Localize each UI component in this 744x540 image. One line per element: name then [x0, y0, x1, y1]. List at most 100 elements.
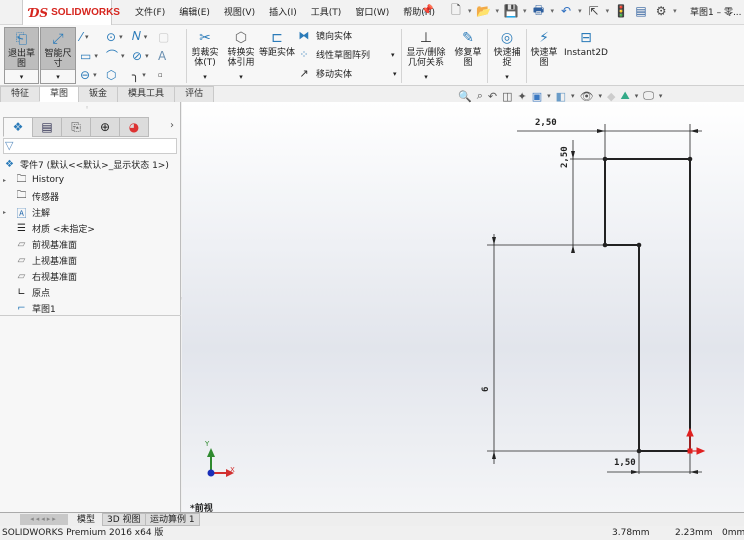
- linear-pattern-dropdown[interactable]: ▾: [391, 51, 395, 59]
- tree-item-sketch1[interactable]: ⌐ 草图1: [3, 300, 55, 316]
- rectangle-button[interactable]: ▭ ▾: [80, 46, 106, 65]
- polygon-button[interactable]: ⬡: [106, 65, 132, 84]
- convert-entities-button[interactable]: ⬡ 转换实体引用 ▾: [224, 27, 258, 84]
- dynamic-annotation-icon[interactable]: ✦: [518, 90, 527, 103]
- new-dropdown[interactable]: ▾: [468, 7, 472, 15]
- tree-item-top-plane[interactable]: ▱ 上视基准面: [3, 252, 77, 268]
- point-button[interactable]: ▫: [158, 65, 184, 84]
- file-properties-icon[interactable]: ▤: [633, 3, 649, 19]
- expand-icon[interactable]: ▸: [3, 177, 11, 184]
- tree-item-right-plane[interactable]: ▱ 右视基准面: [3, 268, 77, 284]
- circle-button[interactable]: ⊙ ▾: [106, 27, 132, 46]
- tree-root-part[interactable]: ❖ 零件7 (默认<<默认>_显示状态 1>): [3, 156, 169, 172]
- move-entities-button[interactable]: ↗ 移动实体 ▾: [297, 67, 397, 80]
- exit-sketch-button[interactable]: ⎗ 退出草图 ▾: [4, 27, 39, 84]
- menu-tools[interactable]: 工具(T): [304, 5, 349, 18]
- previous-view-icon[interactable]: ↶: [488, 90, 497, 103]
- options-icon[interactable]: ⚙: [653, 3, 669, 19]
- menu-insert[interactable]: 插入(I): [262, 5, 304, 18]
- exit-sketch-dropdown[interactable]: ▾: [5, 69, 38, 83]
- instant2d-button[interactable]: ⊟ Instant2D: [564, 27, 608, 84]
- save-dropdown[interactable]: ▾: [523, 7, 527, 15]
- fillet-button[interactable]: ╮ ▾: [132, 65, 158, 84]
- tree-item-annotations[interactable]: ▸ 🄰 注解: [3, 204, 50, 220]
- tab-model[interactable]: 模型: [72, 513, 101, 526]
- offset-entities-button[interactable]: ⊏ 等距实体: [259, 27, 295, 84]
- select-dropdown[interactable]: ▾: [606, 7, 610, 15]
- arc-button[interactable]: ⌒ ▾: [106, 46, 132, 65]
- new-icon[interactable]: 🗋: [448, 3, 464, 19]
- configuration-manager-tab[interactable]: ⎘: [61, 117, 91, 137]
- menu-edit[interactable]: 编辑(E): [172, 5, 217, 18]
- sketch-point[interactable]: [687, 156, 693, 162]
- trim-button[interactable]: ✂ 剪裁实体(T) ▾: [188, 27, 222, 84]
- print-icon[interactable]: 🖶: [531, 3, 547, 19]
- tree-item-history[interactable]: ▸ 🗀 History: [3, 172, 64, 188]
- sketch-point[interactable]: [602, 156, 608, 162]
- dimension-top-width[interactable]: 2,50: [535, 118, 557, 128]
- dimension-bottom-width[interactable]: 1,50: [614, 458, 636, 468]
- open-dropdown[interactable]: ▾: [496, 7, 500, 15]
- relations-dropdown[interactable]: ▾: [403, 70, 449, 84]
- tab-motion-study-1[interactable]: 运动算例 1: [145, 513, 200, 526]
- quick-snaps-button[interactable]: ◎ 快速捕捉 ▾: [490, 27, 524, 84]
- menu-help[interactable]: 帮助(H): [396, 5, 442, 18]
- solidworks-logo[interactable]: ƊS SOLIDWORKS: [22, 0, 120, 26]
- pin-icon[interactable]: 📌: [421, 5, 433, 16]
- convert-dropdown[interactable]: ▾: [224, 70, 258, 84]
- menu-file[interactable]: 文件(F): [128, 5, 172, 18]
- options-dropdown[interactable]: ▾: [673, 7, 677, 15]
- mirror-entities-button[interactable]: ⧓ 镜向实体: [297, 29, 353, 42]
- apply-scene-icon[interactable]: ⛰: [621, 89, 630, 103]
- panel-grip-icon[interactable]: ◦: [85, 104, 89, 112]
- trim-dropdown[interactable]: ▾: [188, 70, 222, 84]
- tree-item-front-plane[interactable]: ▱ 前视基准面: [3, 236, 77, 252]
- tree-filter-input[interactable]: ▽: [3, 138, 177, 154]
- undo-dropdown[interactable]: ▾: [578, 7, 582, 15]
- tab-features[interactable]: 特征: [0, 86, 41, 102]
- sketch-point[interactable]: [602, 242, 608, 248]
- tab-sketch[interactable]: 草图: [39, 86, 80, 102]
- hide-show-items-icon[interactable]: 👁: [580, 90, 594, 103]
- display-manager-tab[interactable]: ◕: [119, 117, 149, 137]
- zoom-to-fit-icon[interactable]: 🔍: [458, 90, 472, 103]
- panel-tabs-scroll-icon[interactable]: ›: [170, 120, 174, 131]
- tab-scroll-arrows[interactable]: ◂◂◂▸▸: [20, 514, 68, 525]
- rebuild-icon[interactable]: 🚦: [613, 3, 629, 19]
- ellipse-button[interactable]: ⊘ ▾: [132, 46, 158, 65]
- dimension-top-height[interactable]: 2,50: [560, 146, 570, 168]
- line-button[interactable]: ⁄ ▾: [80, 27, 106, 46]
- menu-view[interactable]: 视图(V): [217, 5, 262, 18]
- sketch-point[interactable]: [636, 448, 642, 454]
- dimension-total-height[interactable]: 6: [481, 382, 491, 392]
- rapid-sketch-button[interactable]: ⚡ 快速草图: [528, 27, 560, 84]
- print-dropdown[interactable]: ▾: [551, 7, 555, 15]
- spline-button[interactable]: 𝑁 ▾: [132, 27, 158, 46]
- sketch-profile[interactable]: [604, 158, 691, 452]
- tab-3d-views[interactable]: 3D 视图: [102, 513, 146, 526]
- edit-appearance-icon[interactable]: ◆: [607, 90, 615, 103]
- undo-icon[interactable]: ↶: [558, 3, 574, 19]
- tab-sheet-metal[interactable]: 钣金: [78, 86, 119, 102]
- property-manager-tab[interactable]: ▤: [32, 117, 62, 137]
- tab-evaluate[interactable]: 评估: [174, 86, 215, 102]
- move-dropdown[interactable]: ▾: [393, 70, 397, 78]
- repair-sketch-button[interactable]: ✎ 修复草图: [452, 27, 484, 84]
- dimxpert-tab[interactable]: ⊕: [90, 117, 120, 137]
- tree-item-material[interactable]: ☰ 材质 <未指定>: [3, 220, 95, 236]
- select-icon[interactable]: ⇱: [586, 3, 602, 19]
- tree-item-origin[interactable]: ∟ 原点: [3, 284, 50, 300]
- tab-mold-tools[interactable]: 模具工具: [117, 86, 176, 102]
- section-view-icon[interactable]: ◫: [502, 90, 512, 103]
- tree-item-sensors[interactable]: 🗀 传感器: [3, 188, 60, 204]
- menu-window[interactable]: 窗口(W): [348, 5, 396, 18]
- linear-pattern-button[interactable]: ⁘ 线性草图阵列 ▾: [297, 48, 395, 61]
- view-orientation-icon[interactable]: ▣: [532, 90, 542, 103]
- display-relations-button[interactable]: ⊥ 显示/删除几何关系 ▾: [403, 27, 449, 84]
- slot-button[interactable]: ⊖ ▾: [80, 65, 106, 84]
- smart-dimension-dropdown[interactable]: ▾: [41, 69, 75, 83]
- smart-dimension-button[interactable]: ⤢ 智能尺寸 ▾: [40, 27, 76, 84]
- expand-icon[interactable]: ▸: [3, 209, 11, 216]
- feature-manager-tab[interactable]: ❖: [3, 117, 33, 137]
- open-icon[interactable]: 📂: [476, 3, 492, 19]
